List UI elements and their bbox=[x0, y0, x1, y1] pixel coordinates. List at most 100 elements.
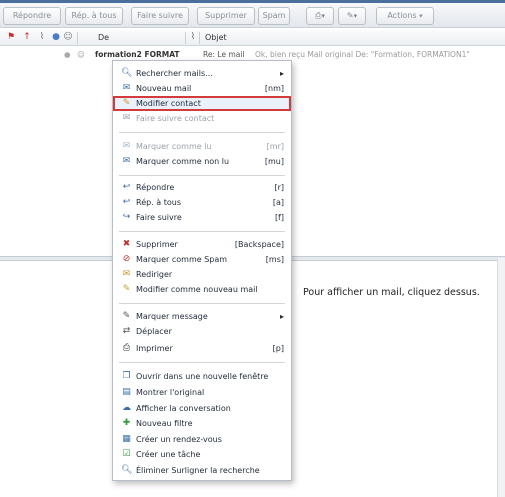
menu-item-edit-as-new[interactable]: ✎ Modifier comme nouveau mail bbox=[113, 282, 291, 297]
print-icon: ⎙ bbox=[122, 343, 131, 353]
menu-item-label: Déplacer bbox=[136, 327, 172, 336]
chevron-down-icon: ▾ bbox=[321, 12, 325, 20]
column-from[interactable]: De bbox=[98, 30, 109, 46]
menu-item-label: Modifier contact bbox=[136, 99, 201, 108]
menu-item-label: Créer un rendez-vous bbox=[136, 435, 222, 444]
actions-label: Actions bbox=[387, 11, 417, 20]
menu-item-label: Marquer comme lu bbox=[136, 142, 212, 151]
menu-item-shortcut: [Backspace] bbox=[234, 240, 284, 249]
clear-highlight-icon: 🔍︎ bbox=[121, 465, 133, 475]
forward-contact-icon: ✉ bbox=[122, 113, 131, 123]
menu-item-redirect[interactable]: ✉ Rediriger bbox=[113, 267, 291, 282]
menu-item-new-filter[interactable]: ✚ Nouveau filtre bbox=[113, 416, 291, 431]
menu-item-label: Créer une tâche bbox=[136, 450, 201, 459]
menu-item-label: Montrer l'original bbox=[136, 388, 205, 397]
menu-item-mark-message[interactable]: ✎ Marquer message ▸ bbox=[113, 309, 291, 324]
column-separator bbox=[77, 32, 78, 44]
status-dot-icon: ● bbox=[64, 50, 71, 59]
spam-button[interactable]: Spam bbox=[258, 7, 290, 25]
show-original-icon: ▤ bbox=[122, 387, 131, 397]
filter-icon: ✚ bbox=[122, 418, 131, 428]
menu-item-label: Faire suivre bbox=[136, 213, 182, 222]
menu-item-mark-unread[interactable]: ✉ Marquer comme non lu [mu] bbox=[113, 154, 291, 169]
spam-icon: ⊘ bbox=[122, 254, 131, 264]
menu-item-print[interactable]: ⎙ Imprimer [p] bbox=[113, 341, 291, 356]
mark-read-icon: ✉ bbox=[122, 141, 131, 151]
reply-icon: ↩ bbox=[122, 182, 131, 192]
mark-unread-icon: ✉ bbox=[122, 156, 131, 166]
preview-scroll-edge bbox=[497, 258, 505, 497]
submenu-arrow-icon: ▸ bbox=[279, 312, 284, 321]
menu-item-new-window[interactable]: ❐ Ouvrir dans une nouvelle fenêtre bbox=[113, 369, 291, 384]
menu-item-clear-highlight[interactable]: 🔍︎ Éliminer Surligner la recherche bbox=[113, 463, 291, 478]
menu-item-forward-contact[interactable]: ✉ Faire suivre contact bbox=[113, 111, 291, 126]
menu-item-reply-all[interactable]: ↩ Rép. à tous [a] bbox=[113, 195, 291, 210]
column-separator bbox=[199, 32, 200, 44]
menu-item-label: Rép. à tous bbox=[136, 198, 181, 207]
menu-separator bbox=[119, 132, 285, 133]
menu-item-label: Faire suivre contact bbox=[136, 114, 215, 123]
menu-item-delete[interactable]: ✖ Supprimer [Backspace] bbox=[113, 237, 291, 252]
reply-button[interactable]: Répondre bbox=[3, 7, 61, 25]
menu-item-show-original[interactable]: ▤ Montrer l'original bbox=[113, 385, 291, 400]
menu-item-edit-contact[interactable]: ✎ Modifier contact bbox=[113, 96, 291, 111]
redirect-icon: ✉ bbox=[122, 269, 131, 279]
menu-item-move[interactable]: ⇄ Déplacer bbox=[113, 324, 291, 339]
tag-icon: ✎ bbox=[122, 311, 131, 321]
menu-item-shortcut: [nm] bbox=[264, 84, 284, 93]
toolbar: Répondre Rép. à tous Faire suivre Suppri… bbox=[0, 3, 505, 28]
menu-item-create-appointment[interactable]: ▦ Créer un rendez-vous bbox=[113, 432, 291, 447]
menu-item-label: Rediriger bbox=[136, 270, 173, 279]
status-dot-icon[interactable]: ● bbox=[51, 32, 61, 43]
tag-menu-button[interactable]: ✎▾ bbox=[338, 7, 366, 25]
menu-item-mark-spam[interactable]: ⊘ Marquer comme Spam [ms] bbox=[113, 252, 291, 267]
task-icon: ☑ bbox=[122, 449, 131, 459]
menu-item-new-mail[interactable]: ✉ Nouveau mail [nm] bbox=[113, 81, 291, 96]
menu-item-label: Imprimer bbox=[136, 344, 173, 353]
move-icon: ⇄ bbox=[122, 326, 131, 336]
menu-separator bbox=[119, 231, 285, 232]
column-separator bbox=[185, 32, 186, 44]
menu-item-shortcut: [p] bbox=[272, 344, 284, 353]
reply-all-button[interactable]: Rép. à tous bbox=[65, 7, 123, 25]
actions-menu-button[interactable]: Actions ▾ bbox=[376, 7, 434, 25]
print-menu-button[interactable]: ⎙▾ bbox=[306, 7, 334, 25]
flag-icon[interactable]: ⚑ bbox=[6, 32, 16, 43]
chevron-down-icon: ▾ bbox=[419, 12, 423, 20]
forward-icon: ↪ bbox=[122, 212, 131, 222]
menu-item-reply[interactable]: ↩ Répondre [r] bbox=[113, 180, 291, 195]
menu-separator bbox=[119, 362, 285, 363]
tag-icon: ✎ bbox=[346, 11, 354, 20]
search-icon: 🔍︎ bbox=[121, 68, 133, 78]
contact-icon: ☺ bbox=[77, 50, 85, 59]
edit-as-new-icon: ✎ bbox=[122, 284, 131, 294]
menu-item-mark-read[interactable]: ✉ Marquer comme lu [mr] bbox=[113, 139, 291, 154]
forward-button[interactable]: Faire suivre bbox=[131, 7, 189, 25]
calendar-icon: ▦ bbox=[122, 434, 131, 444]
menu-item-shortcut: [mu] bbox=[264, 157, 284, 166]
message-list-header: ⚑ ↑ ⌇ ● ☺ De ⌇ Objet bbox=[0, 30, 505, 46]
menu-item-forward[interactable]: ↪ Faire suivre [f] bbox=[113, 210, 291, 225]
attachment-column-icon[interactable]: ⌇ bbox=[188, 32, 198, 43]
menu-item-shortcut: [ms] bbox=[265, 255, 284, 264]
menu-item-label: Éliminer Surligner la recherche bbox=[136, 466, 260, 475]
menu-item-search[interactable]: 🔍︎ Rechercher mails... ▸ bbox=[113, 66, 291, 81]
menu-item-label: Nouveau filtre bbox=[136, 419, 193, 428]
chevron-down-icon: ▾ bbox=[353, 12, 358, 20]
contact-icon[interactable]: ☺ bbox=[63, 32, 73, 43]
delete-button[interactable]: Supprimer bbox=[197, 7, 255, 25]
menu-item-label: Marquer message bbox=[136, 312, 208, 321]
new-mail-icon: ✉ bbox=[122, 83, 131, 93]
new-window-icon: ❐ bbox=[122, 371, 131, 381]
preview-placeholder: Pour afficher un mail, cliquez dessus. bbox=[303, 287, 480, 298]
column-subject[interactable]: Objet bbox=[205, 30, 227, 46]
menu-item-label: Supprimer bbox=[136, 240, 178, 249]
menu-item-label: Modifier comme nouveau mail bbox=[136, 285, 258, 294]
reply-all-icon: ↩ bbox=[122, 197, 131, 207]
menu-item-label: Nouveau mail bbox=[136, 84, 192, 93]
priority-icon[interactable]: ↑ bbox=[22, 32, 32, 43]
attachment-icon[interactable]: ⌇ bbox=[37, 32, 47, 43]
menu-item-show-conversation[interactable]: ☁ Afficher la conversation bbox=[113, 401, 291, 416]
menu-item-create-task[interactable]: ☑ Créer une tâche bbox=[113, 447, 291, 462]
menu-item-shortcut: [a] bbox=[272, 198, 284, 207]
